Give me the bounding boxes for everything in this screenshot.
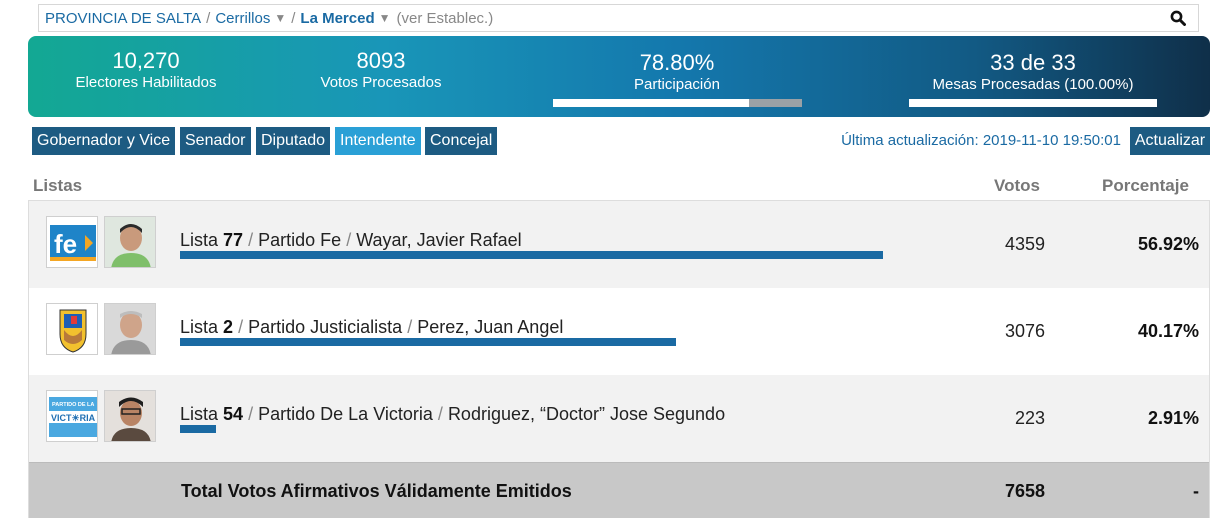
- candidate-photo: [104, 390, 156, 442]
- list-description: Lista 54 / Partido De La Victoria / Rodr…: [180, 404, 725, 425]
- breadcrumb-municipality[interactable]: La Merced: [300, 10, 374, 27]
- participacion-progress-fill: [553, 99, 750, 107]
- lista-word: Lista: [180, 230, 219, 250]
- electores-label: Electores Habilitados: [75, 74, 217, 91]
- votos-value: 8093: [356, 48, 406, 73]
- candidate-name: Wayar, Javier Rafael: [356, 230, 522, 250]
- breadcrumb-province[interactable]: PROVINCIA DE SALTA: [45, 10, 201, 27]
- vote-count: 3076: [1004, 321, 1045, 341]
- vote-percentage: 56.92%: [1137, 234, 1199, 254]
- breadcrumb-department[interactable]: Cerrillos: [215, 10, 270, 27]
- list-description: Lista 77 / Partido Fe / Wayar, Javier Ra…: [180, 230, 522, 251]
- table-row: fe Lista 77 / Partido Fe / Wayar, Javier…: [29, 201, 1209, 288]
- vote-share-bar: [180, 338, 676, 346]
- stat-electores: 10,270 Electores Habilitados: [66, 48, 226, 92]
- lista-word: Lista: [180, 404, 219, 424]
- mesas-label: Mesas Procesadas (100.00%): [932, 76, 1134, 93]
- separator: /: [437, 404, 443, 424]
- stat-mesas: 33 de 33 Mesas Procesadas (100.00%): [908, 50, 1158, 94]
- fe-logo-text: fe: [54, 229, 77, 259]
- lista-number: 77: [223, 230, 244, 250]
- chevron-down-icon[interactable]: ▼: [274, 11, 286, 25]
- separator: /: [346, 230, 352, 250]
- candidate-photo: [104, 216, 156, 268]
- vote-share-bar: [180, 425, 216, 433]
- header-votos: Votos: [994, 176, 1040, 195]
- chevron-down-icon[interactable]: ▼: [379, 11, 391, 25]
- victoria-logo-icon: PARTIDO DE LA VICT☀RIA: [47, 391, 97, 441]
- table-row: Lista 2 / Partido Justicialista / Perez,…: [29, 288, 1209, 375]
- stat-votos: 8093 Votos Procesados: [306, 48, 456, 92]
- mesas-progress-bar: [909, 99, 1157, 107]
- last-update-text: Última actualización: 2019-11-10 19:50:0…: [841, 132, 1121, 149]
- separator: /: [248, 404, 254, 424]
- mesas-value: 33 de 33: [990, 50, 1076, 75]
- total-votes: 7658: [1004, 481, 1045, 501]
- party-name: Partido Justicialista: [248, 317, 403, 337]
- lista-number: 2: [223, 317, 234, 337]
- update-button[interactable]: Actualizar: [1130, 127, 1210, 155]
- results-table: fe Lista 77 / Partido Fe / Wayar, Javier…: [28, 200, 1210, 518]
- vote-count: 223: [1014, 408, 1045, 428]
- separator: /: [238, 317, 244, 337]
- total-percentage: -: [1193, 481, 1199, 501]
- candidate-avatar: [105, 217, 155, 267]
- separator: /: [248, 230, 254, 250]
- total-row: Total Votos Afirmativos Válidamente Emit…: [29, 462, 1209, 518]
- party-logo-fe: fe: [46, 216, 98, 268]
- lista-word: Lista: [180, 317, 219, 337]
- tab-intendente[interactable]: Intendente: [335, 127, 421, 155]
- candidate-name: Rodriguez, “Doctor” Jose Segundo: [447, 404, 726, 424]
- victoria-logo-main-text: VICT☀RIA: [51, 413, 96, 423]
- party-name: Partido Fe: [258, 230, 342, 250]
- party-logo-pj: [46, 303, 98, 355]
- breadcrumb-separator: /: [206, 9, 211, 27]
- fe-logo-icon: fe: [47, 217, 97, 267]
- tab-concejal[interactable]: Concejal: [425, 127, 498, 155]
- victoria-logo-top-text: PARTIDO DE LA: [52, 402, 94, 408]
- breadcrumb-separator: /: [291, 9, 296, 27]
- pj-shield-icon: [47, 304, 97, 354]
- candidate-name: Perez, Juan Angel: [417, 317, 564, 337]
- tab-gobernador[interactable]: Gobernador y Vice: [32, 127, 176, 155]
- table-row: PARTIDO DE LA VICT☀RIA Lista 54 / Partid…: [29, 375, 1209, 462]
- stat-participacion: 78.80% Participación: [552, 50, 802, 94]
- header-listas: Listas: [33, 176, 83, 195]
- breadcrumb: PROVINCIA DE SALTA / Cerrillos ▼ / La Me…: [38, 4, 1199, 32]
- candidate-photo: [104, 303, 156, 355]
- mesas-progress-fill: [909, 99, 1157, 107]
- vote-share-bar: [180, 251, 883, 259]
- view-establishments-link[interactable]: (ver Establec.): [397, 10, 494, 27]
- stats-banner: 10,270 Electores Habilitados 8093 Votos …: [28, 36, 1210, 117]
- vote-count: 4359: [1004, 234, 1045, 254]
- participacion-progress-bar: [553, 99, 802, 107]
- separator: /: [407, 317, 413, 337]
- party-logo-victoria: PARTIDO DE LA VICT☀RIA: [46, 390, 98, 442]
- tab-diputado[interactable]: Diputado: [256, 127, 331, 155]
- participacion-label: Participación: [634, 76, 720, 93]
- vote-percentage: 2.91%: [1147, 408, 1199, 428]
- participacion-value: 78.80%: [639, 50, 715, 75]
- candidate-avatar: [105, 391, 155, 441]
- total-label: Total Votos Afirmativos Válidamente Emit…: [181, 481, 572, 501]
- search-icon[interactable]: [1170, 10, 1186, 26]
- lista-number: 54: [223, 404, 244, 424]
- tab-senador[interactable]: Senador: [180, 127, 251, 155]
- candidate-avatar: [105, 304, 155, 354]
- electores-value: 10,270: [112, 48, 180, 73]
- votos-label: Votos Procesados: [320, 74, 442, 91]
- party-name: Partido De La Victoria: [258, 404, 433, 424]
- vote-percentage: 40.17%: [1137, 321, 1199, 341]
- list-description: Lista 2 / Partido Justicialista / Perez,…: [180, 317, 563, 338]
- header-porcentaje: Porcentaje: [1102, 176, 1189, 195]
